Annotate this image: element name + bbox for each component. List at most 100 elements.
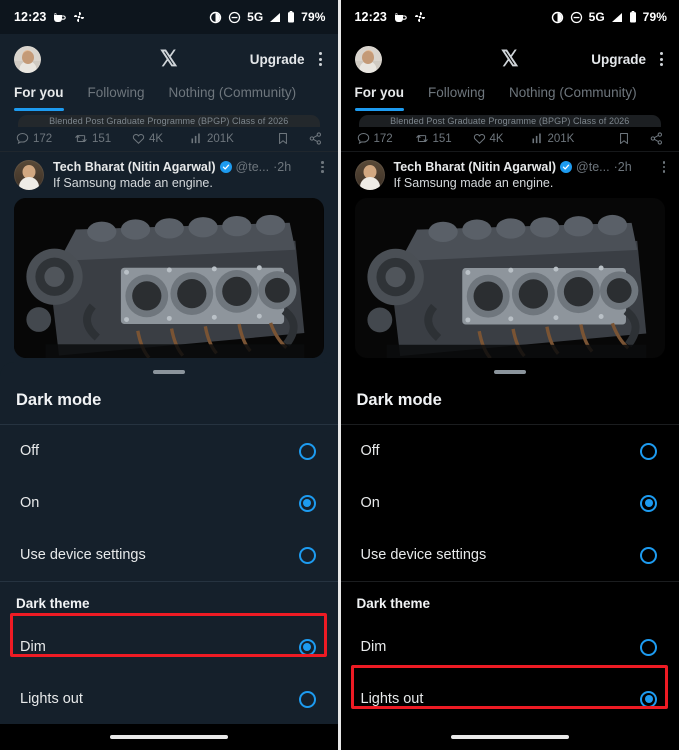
post-author-handle: @te...	[576, 160, 610, 174]
option-on-radio[interactable]	[640, 494, 657, 512]
post-author-avatar[interactable]	[354, 160, 385, 190]
network-type-label: 5G	[588, 10, 605, 24]
comparison-screenshot: 12:23 5G 79% 𝕏 Upgrade For you Following…	[0, 0, 679, 750]
profile-avatar[interactable]	[354, 45, 382, 73]
post-more-icon[interactable]	[657, 161, 665, 173]
like-action[interactable]: 4K	[473, 132, 531, 145]
option-use-device-settings[interactable]: Use device settings	[0, 529, 338, 581]
sheet-title: Dark mode	[16, 391, 102, 409]
option-off[interactable]: Off	[0, 425, 338, 477]
sheet-title: Dark mode	[356, 391, 442, 409]
reply-count: 172	[373, 132, 393, 145]
upgrade-button[interactable]: Upgrade	[591, 52, 646, 67]
upgrade-button[interactable]: Upgrade	[250, 52, 305, 67]
v-engine-illustration	[14, 198, 324, 358]
option-dim-radio[interactable]	[298, 638, 316, 656]
tab-for-you[interactable]: For you	[354, 84, 404, 111]
option-use-device-settings-radio[interactable]	[640, 546, 657, 564]
option-lights-out[interactable]: Lights out	[341, 673, 679, 725]
promo-card[interactable]: Blended Post Graduate Programme (BPGP) C…	[358, 115, 661, 127]
option-lights-out-radio[interactable]	[298, 690, 316, 708]
kebab-menu-icon[interactable]	[658, 48, 665, 70]
bookmark-icon	[618, 132, 630, 145]
previous-post-action-bar: 172 151 4K 201K	[341, 127, 679, 151]
brightness-contrast-icon	[209, 11, 222, 24]
option-off-label: Off	[360, 443, 380, 459]
tab-active-indicator	[354, 108, 404, 111]
repost-action[interactable]: 151	[415, 132, 473, 145]
home-gesture-bar[interactable]	[109, 735, 228, 739]
app-bar: 𝕏 Upgrade	[0, 34, 338, 84]
tab-nothing-community-label: Nothing (Community)	[168, 85, 297, 100]
post-author-avatar[interactable]	[14, 160, 44, 190]
option-lights-out-radio[interactable]	[640, 690, 657, 708]
dark-theme-section-title: Dark theme	[356, 596, 431, 611]
repost-icon	[74, 132, 88, 145]
tab-active-indicator	[14, 108, 64, 111]
bookmark-action[interactable]	[277, 132, 289, 145]
post-more-icon[interactable]	[315, 161, 324, 173]
post-card[interactable]: Tech Bharat (Nitin Agarwal) @te... ·2h I…	[341, 152, 679, 190]
repost-count: 151	[432, 132, 452, 145]
status-bar: 12:23 5G 79%	[340, 0, 679, 34]
dark-theme-section-title: Dark theme	[16, 596, 90, 611]
fan-pinwheel-icon	[73, 11, 85, 23]
tab-for-you[interactable]: For you	[14, 84, 64, 111]
option-use-device-settings-radio[interactable]	[298, 546, 316, 564]
post-card[interactable]: Tech Bharat (Nitin Agarwal) @te... ·2h I…	[0, 152, 338, 190]
tab-for-you-label: For you	[14, 85, 64, 100]
tab-nothing-community-label: Nothing (Community)	[509, 85, 637, 100]
tab-following[interactable]: Following	[88, 84, 145, 109]
tab-following[interactable]: Following	[428, 84, 485, 109]
like-action[interactable]: 4K	[132, 132, 190, 145]
tab-following-label: Following	[428, 85, 486, 100]
status-bar-right: 5G 79%	[209, 10, 325, 24]
post-media-image[interactable]	[354, 198, 665, 358]
x-logo-icon[interactable]: 𝕏	[160, 48, 178, 70]
promo-card[interactable]: Blended Post Graduate Programme (BPGP) C…	[18, 115, 320, 127]
repost-action[interactable]: 151	[74, 132, 132, 145]
option-lights-out[interactable]: Lights out	[0, 673, 338, 725]
option-on-radio[interactable]	[298, 494, 316, 512]
kebab-menu-icon[interactable]	[317, 48, 324, 70]
profile-avatar[interactable]	[14, 45, 41, 73]
post-header: Tech Bharat (Nitin Agarwal) @te... ·2h	[53, 160, 324, 174]
views-count: 201K	[207, 132, 234, 145]
reply-icon	[357, 132, 370, 145]
option-use-device-settings[interactable]: Use device settings	[341, 529, 679, 581]
reply-action[interactable]: 172	[357, 132, 415, 145]
option-dim[interactable]: Dim	[341, 621, 679, 673]
option-on[interactable]: On	[341, 477, 679, 529]
option-off[interactable]: Off	[341, 425, 679, 477]
heart-icon	[132, 132, 145, 145]
option-on[interactable]: On	[0, 477, 338, 529]
option-dim-label: Dim	[20, 639, 46, 655]
timeline-feed: Blended Post Graduate Programme (BPGP) C…	[0, 115, 338, 358]
app-bar: 𝕏 Upgrade	[340, 34, 679, 84]
x-logo-icon[interactable]: 𝕏	[501, 48, 519, 70]
tab-nothing-community[interactable]: Nothing (Community)	[509, 84, 637, 109]
option-off-radio[interactable]	[298, 442, 316, 460]
option-off-label: Off	[20, 443, 40, 459]
views-action[interactable]: 201K	[531, 132, 589, 145]
option-off-radio[interactable]	[640, 442, 657, 460]
share-action[interactable]	[309, 132, 322, 145]
option-dim[interactable]: Dim	[0, 621, 338, 673]
home-gesture-bar[interactable]	[450, 735, 569, 739]
do-not-disturb-icon	[570, 11, 583, 24]
do-not-disturb-icon	[228, 11, 241, 24]
views-action[interactable]: 201K	[190, 132, 248, 145]
fan-pinwheel-icon	[414, 11, 426, 23]
bookmark-action[interactable]	[618, 132, 630, 145]
repost-count: 151	[92, 132, 112, 145]
share-icon	[309, 132, 322, 145]
reply-action[interactable]: 172	[16, 132, 74, 145]
tab-nothing-community[interactable]: Nothing (Community)	[169, 84, 297, 109]
share-action[interactable]	[650, 132, 663, 145]
coffee-cup-icon	[394, 12, 407, 23]
navigation-bar	[340, 724, 679, 750]
post-timestamp: ·2h	[273, 160, 292, 174]
post-media-image[interactable]	[14, 198, 324, 358]
option-dim-radio[interactable]	[640, 638, 657, 656]
like-count: 4K	[149, 132, 164, 145]
